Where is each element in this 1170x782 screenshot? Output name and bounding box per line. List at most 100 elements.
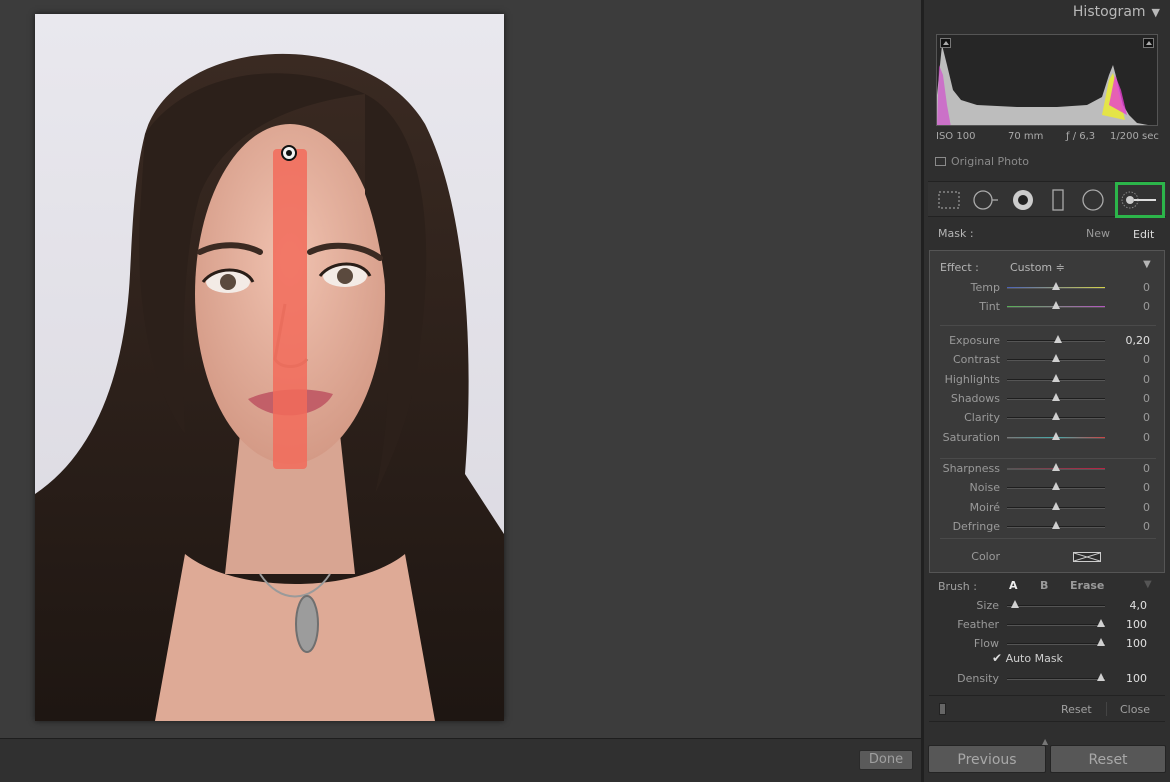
slider-thumb[interactable]: [1052, 392, 1060, 401]
checkmark-icon: ✔: [992, 651, 1003, 665]
brush-b-button[interactable]: B: [1040, 579, 1048, 592]
original-photo-label: Original Photo: [951, 155, 1029, 168]
brush-section: Brush : A B Erase ▼ Size 4,0 Feather 100 Flo…: [929, 575, 1165, 693]
auto-mask-checkbox[interactable]: ✔ Auto Mask: [992, 651, 1063, 665]
panel-footer: Reset Close: [929, 695, 1165, 722]
slider-thumb[interactable]: [1097, 619, 1105, 627]
spot-removal-button[interactable]: [970, 187, 1000, 213]
radial-filter-button[interactable]: [1078, 187, 1108, 213]
checkbox-icon: [935, 157, 946, 166]
slider-value-sharpness[interactable]: 0: [1120, 462, 1150, 475]
slider-thumb[interactable]: [1052, 482, 1060, 491]
brush-size-slider[interactable]: [1007, 605, 1105, 607]
histogram[interactable]: [936, 34, 1158, 126]
brush-collapse-icon[interactable]: ▼: [1144, 579, 1152, 590]
brush-density-value[interactable]: 100: [1117, 672, 1147, 685]
original-photo-toggle[interactable]: Original Photo: [935, 155, 1029, 168]
panel-switch-icon[interactable]: [939, 703, 946, 715]
brush-erase-button[interactable]: Erase: [1070, 579, 1104, 592]
slider-value-tint[interactable]: 0: [1120, 300, 1150, 313]
slider-thumb[interactable]: [1052, 501, 1060, 510]
brush-flow-value[interactable]: 100: [1117, 637, 1147, 650]
slider-value-temp[interactable]: 0: [1120, 281, 1150, 294]
slider-thumb[interactable]: [1052, 373, 1060, 382]
slider-value-shadows[interactable]: 0: [1120, 392, 1150, 405]
slider-thumb[interactable]: [1053, 335, 1062, 343]
slider-thumb[interactable]: [1052, 463, 1060, 471]
slider-value-noise[interactable]: 0: [1120, 481, 1150, 494]
effect-label: Effect :: [940, 261, 979, 274]
effect-preset-select[interactable]: Custom ≑: [1010, 261, 1065, 274]
slider-thumb[interactable]: [1097, 673, 1105, 681]
previous-button[interactable]: Previous: [928, 745, 1046, 773]
red-eye-button[interactable]: [1008, 187, 1038, 213]
slider-value-exposure[interactable]: 0,20: [1120, 334, 1151, 347]
brush-a-button[interactable]: A: [1009, 579, 1018, 592]
tool-strip: [928, 181, 1166, 218]
slider-thumb[interactable]: [1097, 638, 1105, 646]
brush-flow-label: Flow: [973, 637, 999, 650]
brush-density-slider[interactable]: [1007, 678, 1105, 680]
brush-feather-value[interactable]: 100: [1117, 618, 1147, 631]
slider-value-moiré[interactable]: 0: [1120, 501, 1150, 514]
slider-thumb[interactable]: [1052, 431, 1060, 440]
portrait-illustration: [35, 53, 504, 721]
slider-thumb[interactable]: [1052, 412, 1060, 421]
reset-button[interactable]: Reset: [1050, 745, 1166, 773]
brush-flow-slider[interactable]: [1007, 643, 1105, 645]
slider-value-clarity[interactable]: 0: [1120, 411, 1150, 424]
mask-label: Mask :: [938, 227, 974, 240]
slider-thumb[interactable]: [1052, 282, 1060, 290]
slider-thumb[interactable]: [1052, 354, 1060, 363]
spot-removal-icon: [973, 190, 998, 210]
slider-value-highlights[interactable]: 0: [1120, 373, 1150, 386]
slider-label-sharpness: Sharpness: [942, 462, 1000, 475]
effect-collapse-icon[interactable]: ▼: [1143, 259, 1151, 270]
collapse-triangle-icon[interactable]: ▼: [1152, 6, 1160, 19]
shadow-clipping-button[interactable]: [940, 38, 951, 48]
histogram-header[interactable]: Histogram ▼: [1073, 4, 1160, 20]
slider-label-tint: Tint: [979, 300, 1000, 314]
slider-label-highlights: Highlights: [944, 372, 1000, 386]
brush-size-label: Size: [976, 599, 999, 612]
highlight-clipping-button[interactable]: [1143, 38, 1154, 48]
mask-edit-button[interactable]: Edit: [1133, 228, 1154, 241]
image-canvas[interactable]: [0, 0, 921, 738]
separator: [940, 325, 1156, 326]
slider-label-noise: Noise: [969, 481, 1000, 495]
adjustment-brush-button[interactable]: [1115, 182, 1165, 218]
effect-section: Effect : Custom ≑ ▼ Temp 0 Tint 0 Exposure 0,…: [929, 250, 1165, 573]
slider-label-saturation: Saturation: [942, 430, 1000, 444]
separator: [1106, 702, 1107, 716]
mask-new-button[interactable]: New: [1086, 227, 1110, 240]
brush-size-value[interactable]: 4,0: [1117, 599, 1148, 612]
slider-label-temp: Temp: [970, 281, 1000, 294]
panel-close-button[interactable]: Close: [1120, 703, 1150, 716]
develop-panel: Histogram ▼ ISO 100 70 mm ƒ / 6,3 1/200 s…: [924, 0, 1170, 782]
slider-label-defringe: Defringe: [952, 519, 1000, 533]
separator: [940, 538, 1156, 539]
crop-tool-button[interactable]: [934, 187, 964, 213]
brush-label: Brush :: [938, 580, 977, 593]
portrait-photo[interactable]: [35, 14, 504, 721]
bottom-toolbar: Done: [0, 738, 921, 782]
histogram-title: Histogram: [1072, 4, 1146, 20]
crop-icon: [938, 191, 960, 209]
slider-thumb[interactable]: [1052, 301, 1060, 310]
color-label: Color: [971, 550, 1000, 563]
slider-label-contrast: Contrast: [952, 353, 1000, 367]
slider-thumb[interactable]: [1052, 520, 1060, 529]
color-swatch[interactable]: [1073, 552, 1101, 562]
graduated-filter-button[interactable]: [1043, 187, 1073, 213]
slider-label-moiré: Moiré: [969, 500, 1000, 514]
slider-value-saturation[interactable]: 0: [1120, 431, 1150, 444]
panel-reset-button[interactable]: Reset: [1061, 703, 1092, 716]
exif-focal-length: 70 mm: [1008, 131, 1044, 142]
done-button[interactable]: Done: [859, 750, 913, 770]
slider-value-contrast[interactable]: 0: [1120, 353, 1150, 366]
radial-filter-icon: [1082, 189, 1104, 211]
brush-feather-slider[interactable]: [1007, 624, 1105, 626]
slider-thumb[interactable]: [1010, 600, 1019, 608]
histogram-graph: [937, 45, 1148, 125]
slider-value-defringe[interactable]: 0: [1120, 520, 1150, 533]
